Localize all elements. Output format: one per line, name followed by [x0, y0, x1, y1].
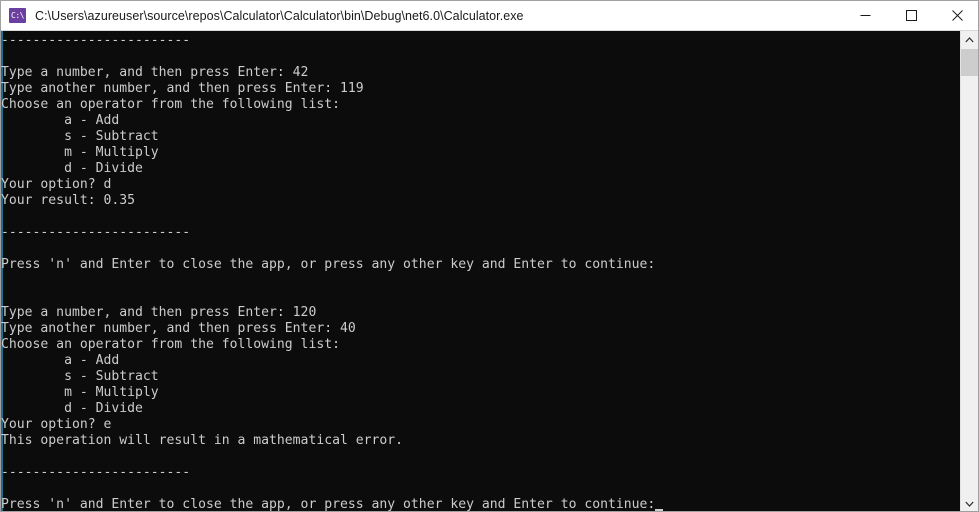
console-icon-glyph: C:\ — [11, 10, 24, 20]
scroll-down-arrow-icon[interactable] — [961, 495, 978, 511]
maximize-button[interactable] — [888, 1, 934, 30]
console-line: m - Multiply — [1, 385, 159, 400]
console-line: ------------------------ — [1, 465, 191, 480]
console-line: Type another number, and then press Ente… — [1, 81, 364, 96]
vertical-scrollbar[interactable] — [960, 31, 978, 511]
console-app-icon: C:\ — [9, 8, 26, 23]
console-output-area[interactable]: ------------------------ Type a number, a… — [1, 31, 978, 511]
console-text: ------------------------ Type a number, a… — [1, 33, 956, 511]
console-line: Your result: 0.35 — [1, 193, 136, 208]
console-line: a - Add — [1, 113, 120, 128]
console-line: Type a number, and then press Enter: 120 — [1, 305, 317, 320]
scrollbar-thumb[interactable] — [961, 49, 978, 76]
console-window: C:\ C:\Users\azureuser\source\repos\Calc… — [0, 0, 979, 512]
scroll-up-arrow-icon[interactable] — [961, 31, 978, 48]
window-title: C:\Users\azureuser\source\repos\Calculat… — [35, 8, 524, 23]
console-line: Your option? d — [1, 177, 112, 192]
console-line: Choose an operator from the following li… — [1, 97, 340, 112]
title-bar[interactable]: C:\ C:\Users\azureuser\source\repos\Calc… — [1, 1, 978, 31]
console-line: ------------------------ — [1, 225, 191, 240]
console-line: Type another number, and then press Ente… — [1, 321, 356, 336]
close-button[interactable] — [934, 1, 978, 30]
console-line: Choose an operator from the following li… — [1, 337, 340, 352]
console-line: ------------------------ — [1, 33, 191, 48]
console-line: s - Subtract — [1, 369, 159, 384]
console-line: Your option? e — [1, 417, 112, 432]
minimize-button[interactable] — [842, 1, 888, 30]
console-line: a - Add — [1, 353, 120, 368]
window-controls — [842, 1, 978, 30]
console-line: d - Divide — [1, 401, 143, 416]
console-line: m - Multiply — [1, 145, 159, 160]
console-line: s - Subtract — [1, 129, 159, 144]
console-line: This operation will result in a mathemat… — [1, 433, 404, 448]
console-line: Press 'n' and Enter to close the app, or… — [1, 497, 956, 511]
console-line: d - Divide — [1, 161, 143, 176]
console-line: Press 'n' and Enter to close the app, or… — [1, 257, 656, 272]
console-line: Type a number, and then press Enter: 42 — [1, 65, 309, 80]
